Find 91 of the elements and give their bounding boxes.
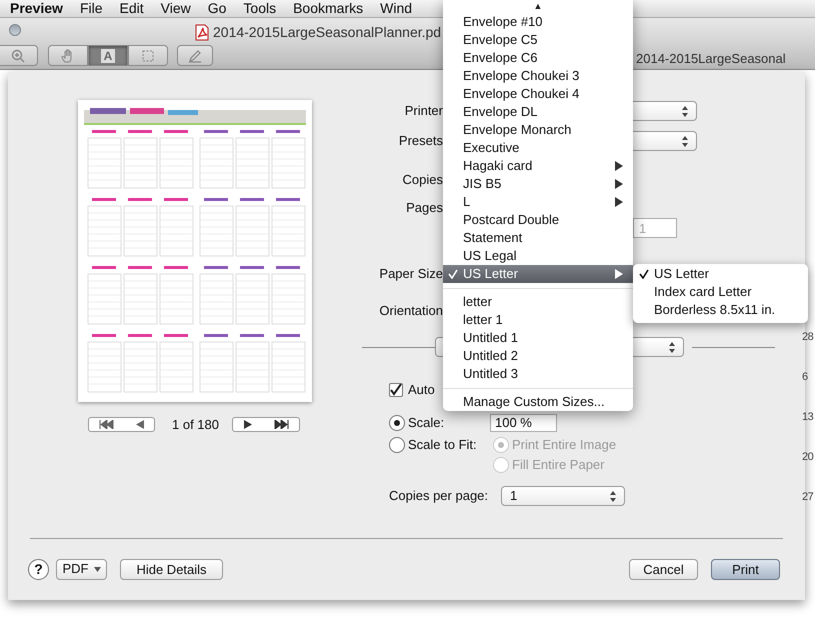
menu-item[interactable]: Untitled 2: [443, 347, 633, 365]
menu-item[interactable]: Executive: [443, 139, 633, 157]
menu-item[interactable]: Envelope DL: [443, 103, 633, 121]
pdf-menu-button[interactable]: PDF: [56, 558, 107, 580]
toolbar-button[interactable]: A: [88, 45, 128, 66]
calendar-number: 13: [802, 410, 814, 424]
dropdown-caret-icon: [94, 566, 100, 572]
radio-label: Print Entire Image: [512, 436, 616, 454]
next-page-icon: [244, 420, 252, 430]
menu-item[interactable]: Envelope C6: [443, 49, 633, 67]
field-label: Copies per page:: [389, 487, 490, 506]
zoom-in-icon: [10, 48, 26, 64]
calendar-number: 20: [802, 450, 814, 464]
previous-page-icon: [136, 420, 144, 430]
radio-button[interactable]: [493, 437, 509, 453]
radio-button[interactable]: [389, 415, 405, 431]
menu-item[interactable]: Envelope Monarch: [443, 121, 633, 139]
radio-label: Scale:: [408, 414, 446, 432]
menu-item[interactable]: JIS B5: [443, 175, 633, 193]
calendar-number: 6: [802, 370, 809, 384]
menu-bar-item[interactable]: View: [160, 0, 191, 19]
pencil-icon: [187, 48, 203, 64]
menu-item[interactable]: L: [443, 193, 633, 211]
menu-item[interactable]: Untitled 3: [443, 365, 633, 383]
stepper-arrows-icon: [682, 106, 688, 116]
selection-icon: [140, 48, 156, 64]
calendar-number: 27: [802, 490, 814, 504]
menu-bar-item[interactable]: Tools: [243, 0, 276, 19]
menu-bar-item[interactable]: Go: [208, 0, 226, 19]
text-tool-icon: A: [101, 48, 115, 62]
menu-bar-item[interactable]: Bookmarks: [293, 0, 364, 19]
menu-item[interactable]: Statement: [443, 229, 633, 247]
menu-item[interactable]: Postcard Double: [443, 211, 633, 229]
field-label: Presets: [398, 132, 443, 150]
radio-label: Fill Entire Paper: [512, 456, 604, 474]
field-label: Paper Size: [378, 265, 443, 284]
menu-item[interactable]: Index card Letter: [633, 283, 808, 301]
checkmark-icon: [639, 269, 649, 279]
radio-label: Scale to Fit:: [408, 436, 478, 454]
menu-item[interactable]: Untitled 1: [443, 329, 633, 347]
field-label: Orientation: [378, 302, 443, 320]
menu-item[interactable]: Envelope Choukei 4: [443, 85, 633, 103]
scroll-up-arrow[interactable]: ▲: [443, 0, 633, 13]
toolbar-button[interactable]: [128, 45, 168, 66]
checkmark-icon: [390, 384, 402, 396]
cancel-button[interactable]: Cancel: [629, 558, 698, 580]
menu-item[interactable]: Envelope C5: [443, 31, 633, 49]
first-page-icon: [99, 420, 116, 430]
field-label: Copies: [402, 171, 443, 190]
menu-bar-item[interactable]: Wind: [380, 0, 412, 19]
stepper-arrows-icon: [610, 490, 616, 502]
field-label: Pages: [405, 199, 443, 218]
close-button[interactable]: [9, 24, 21, 36]
menu-item[interactable]: US Letter: [633, 265, 808, 283]
menu-item[interactable]: letter: [443, 293, 633, 311]
checkbox[interactable]: [389, 383, 403, 397]
menu-item[interactable]: Manage Custom Sizes...: [443, 393, 633, 411]
toolbar-button[interactable]: [0, 45, 38, 66]
checkmark-icon: [448, 269, 458, 279]
menu-item[interactable]: Borderless 8.5x11 in.: [633, 301, 808, 319]
page-counter: 1 of 180: [172, 416, 220, 434]
hide-details-button[interactable]: Hide Details: [120, 558, 223, 580]
menu-bar-item[interactable]: Edit: [120, 0, 144, 19]
first-previous-page-buttons[interactable]: [88, 417, 155, 432]
toolbar-button[interactable]: [48, 45, 88, 66]
print-button[interactable]: Print: [711, 558, 780, 580]
menu-item[interactable]: Envelope Choukei 3: [443, 67, 633, 85]
menu-item[interactable]: Hagaki card: [443, 157, 633, 175]
window-title: 2014-2015LargeSeasonal: [636, 50, 786, 68]
copies-per-page-popup[interactable]: 1: [501, 486, 625, 506]
page-to-field[interactable]: 1: [633, 218, 677, 238]
window-title: 2014-2015LargeSeasonalPlanner.pd: [213, 23, 442, 42]
stepper-arrows-icon: [669, 342, 675, 352]
toolbar-button[interactable]: [177, 45, 213, 66]
calendar-number: 28: [802, 330, 814, 344]
radio-button[interactable]: [493, 457, 509, 473]
checkbox-label: Auto: [408, 381, 435, 400]
scale-field[interactable]: 100 %: [490, 414, 557, 432]
menu-item[interactable]: US Legal: [443, 247, 633, 265]
last-page-icon: [272, 420, 288, 430]
help-button[interactable]: ?: [28, 558, 49, 580]
menu-bar-item[interactable]: File: [80, 0, 102, 19]
menu-item[interactable]: Envelope #10: [443, 13, 633, 31]
menu-item[interactable]: US Letter: [443, 265, 633, 283]
app-menu[interactable]: Preview: [10, 0, 63, 19]
stepper-arrows-icon: [682, 136, 688, 146]
field-label: Printer: [404, 102, 443, 120]
next-last-page-buttons[interactable]: [232, 417, 300, 432]
pdf-file-icon: [194, 24, 210, 41]
radio-button[interactable]: [389, 437, 405, 453]
menu-item[interactable]: letter 1: [443, 311, 633, 329]
